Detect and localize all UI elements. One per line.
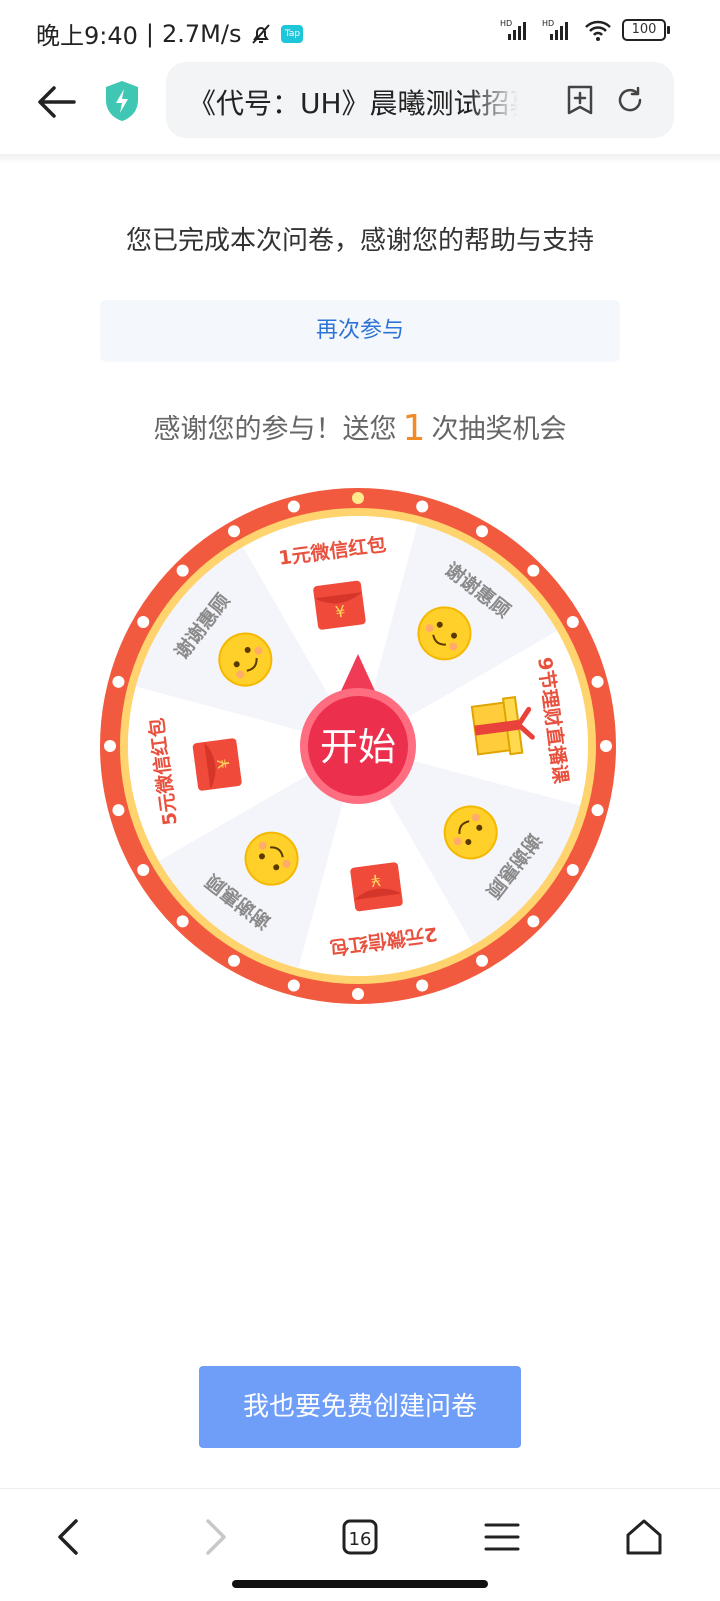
tabs-icon[interactable]: 16: [336, 1513, 384, 1561]
retry-button[interactable]: 再次参与: [100, 300, 620, 362]
mute-bell-icon: [252, 23, 271, 44]
refresh-icon[interactable]: [614, 84, 646, 116]
rim-light: [527, 564, 540, 577]
rim-light: [112, 675, 125, 688]
rim-light: [416, 500, 429, 513]
lottery-suffix: 次抽奖机会: [431, 414, 567, 445]
lottery-wheel: 谢谢惠顾 9节理财直播课 谢谢惠顾 2元微信红包 ¥谢谢惠顾 5元微信红包 ¥谢…: [100, 488, 616, 1004]
back-arrow-icon[interactable]: [34, 80, 78, 124]
rim-light: [287, 500, 300, 513]
rim-light: [591, 804, 604, 817]
signal-icon: HD: [542, 19, 568, 40]
rim-light: [176, 915, 189, 928]
lottery-message: 感谢您的参与！送您 1 次抽奖机会: [0, 406, 720, 449]
nav-forward-icon[interactable]: [190, 1513, 238, 1561]
signal-hd-label: HD: [500, 19, 512, 28]
rim-light: [176, 564, 189, 577]
start-button-label[interactable]: 开始: [320, 725, 396, 769]
rim-light: [476, 525, 488, 538]
rim-light: [566, 864, 579, 876]
status-left: 晚上9:40 | 2.7M/s Tap: [36, 16, 304, 51]
shield-icon[interactable]: [104, 80, 140, 122]
status-bar: 晚上9:40 | 2.7M/s Tap HD HD 100: [0, 0, 720, 62]
page-title-url[interactable]: 《代号：UH》晨曦测试招募: [188, 82, 518, 122]
rim-light: [591, 675, 604, 688]
signal-hd-label: HD: [542, 19, 554, 28]
rim-light: [137, 616, 150, 628]
rim-light: [600, 740, 612, 752]
battery-icon: 100: [622, 19, 670, 41]
rim-light: [352, 492, 364, 504]
rim-light: [416, 979, 429, 992]
lottery-prefix: 感谢您的参与！送您: [153, 414, 397, 445]
status-right: HD HD 100: [500, 18, 670, 42]
network-speed: 2.7M/s: [162, 19, 242, 48]
create-survey-button[interactable]: 我也要免费创建问卷: [199, 1366, 521, 1448]
rim-light: [228, 954, 240, 967]
toolbar-shadow: [0, 154, 720, 164]
status-separator: |: [145, 19, 154, 48]
rim-light: [566, 616, 579, 628]
red-envelope-icon: ¥: [350, 862, 403, 912]
home-indicator[interactable]: [232, 1580, 488, 1588]
tab-count: 16: [349, 1529, 372, 1550]
rim-light: [104, 740, 116, 752]
rim-light: [112, 804, 125, 817]
menu-icon[interactable]: [478, 1513, 526, 1561]
rim-light: [352, 988, 364, 1000]
nav-back-icon[interactable]: [46, 1513, 94, 1561]
signal-icon: HD: [500, 19, 526, 40]
rim-light: [137, 864, 150, 876]
completion-message: 您已完成本次问卷，感谢您的帮助与支持: [125, 226, 594, 256]
red-envelope-icon: ¥: [192, 738, 242, 791]
tap-app-icon: Tap: [281, 24, 304, 43]
red-envelope-icon: ¥: [313, 580, 366, 630]
rim-light: [228, 525, 240, 538]
browser-toolbar: 《代号：UH》晨曦测试招募: [0, 62, 720, 154]
rim-light: [476, 954, 488, 967]
address-bar[interactable]: 《代号：UH》晨曦测试招募: [166, 62, 674, 138]
rim-light: [287, 979, 300, 992]
home-icon[interactable]: [620, 1513, 668, 1561]
add-bookmark-icon[interactable]: [564, 84, 596, 116]
status-time: 晚上9:40: [36, 22, 138, 50]
wifi-icon: [585, 20, 611, 41]
rim-light: [527, 915, 540, 928]
lottery-count: 1: [402, 408, 426, 449]
